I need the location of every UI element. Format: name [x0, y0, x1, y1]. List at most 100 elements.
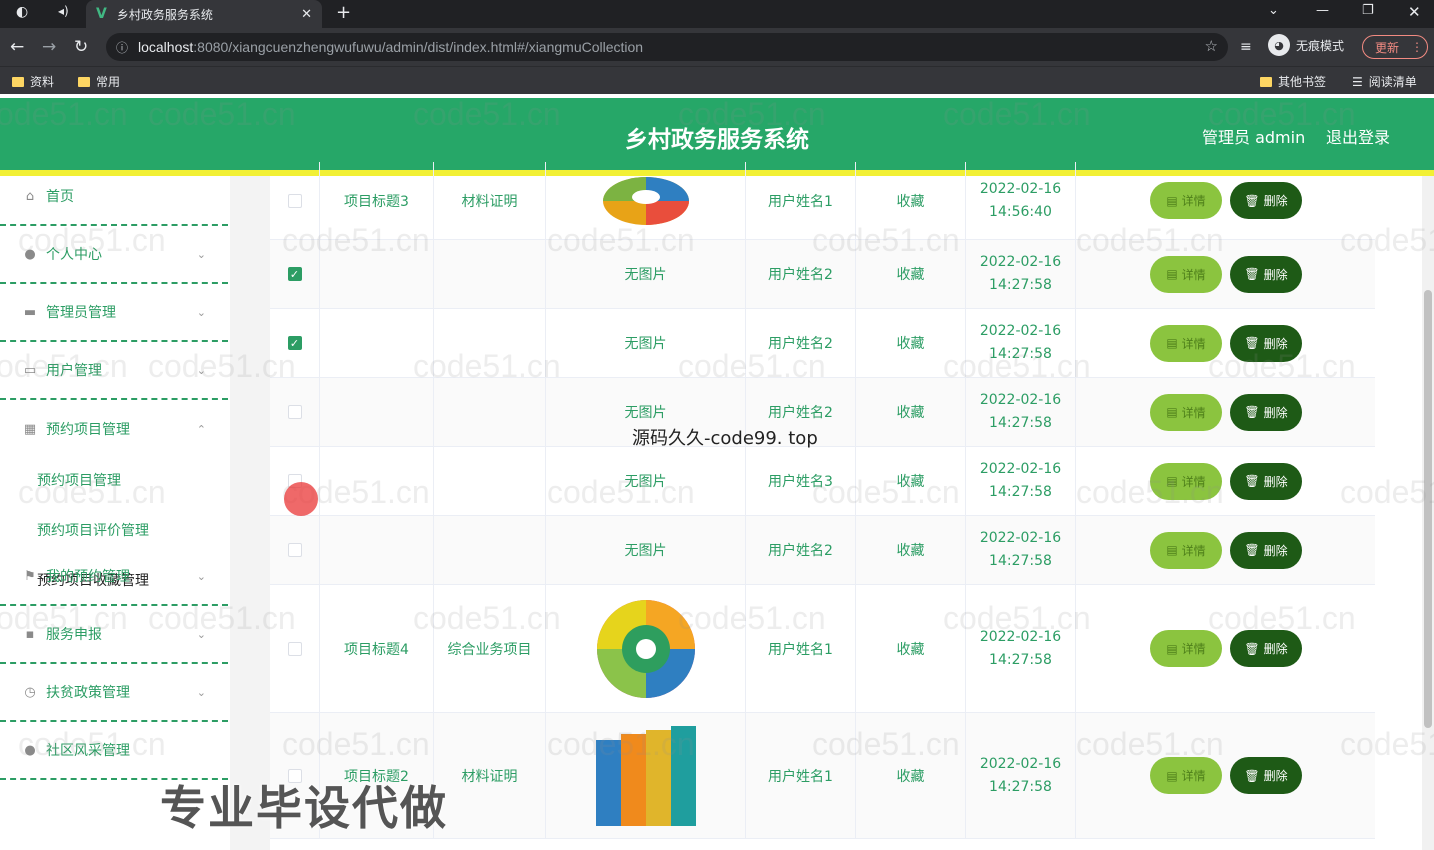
site-info-icon[interactable]: ⓘ: [116, 39, 128, 56]
detail-button[interactable]: ▤ 详情: [1150, 531, 1222, 569]
checkbox-cell[interactable]: ✓: [270, 240, 320, 308]
bookmark-folder[interactable]: 资料: [12, 73, 54, 90]
checkbox-cell[interactable]: [270, 585, 320, 712]
sidebar-item-projects[interactable]: ▦ 预约项目管理 ⌃: [0, 400, 228, 458]
type-cell: [434, 309, 546, 377]
detail-button[interactable]: ▤ 详情: [1150, 630, 1222, 667]
sidebar-item-home[interactable]: ⌂ 首页: [0, 168, 228, 226]
detail-button[interactable]: ▤ 详情: [1150, 757, 1222, 794]
sidebar-item-poverty-policy[interactable]: ◷ 扶贫政策管理 ⌄: [0, 664, 228, 722]
detail-button[interactable]: ▤ 详情: [1150, 182, 1222, 219]
detail-button[interactable]: ▤ 详情: [1150, 324, 1222, 362]
restore-icon[interactable]: ❐: [1362, 3, 1374, 18]
image-cell: 无图片: [546, 516, 746, 584]
checkbox-cell[interactable]: [270, 162, 320, 239]
detail-label: 详情: [1181, 543, 1206, 558]
image-cell: 无图片: [546, 309, 746, 377]
delete-button[interactable]: 🗑 删除: [1230, 630, 1302, 667]
sidebar-item-service-apply[interactable]: ▪ 服务申报 ⌄: [0, 606, 228, 664]
detail-button[interactable]: ▤ 详情: [1150, 255, 1222, 293]
kind-cell: 收藏: [856, 516, 966, 584]
home-icon: ⌂: [25, 188, 35, 204]
user-icon: ●: [24, 742, 36, 758]
more-menu-icon: ⋮: [1411, 40, 1424, 54]
type-cell: 材料证明: [434, 713, 546, 838]
delete-button[interactable]: 🗑 删除: [1230, 393, 1302, 431]
forward-icon[interactable]: →: [42, 37, 56, 57]
close-window-icon[interactable]: ✕: [1408, 3, 1421, 21]
folder-icon: [12, 76, 24, 87]
detail-label: 详情: [1181, 194, 1206, 208]
chevron-down-icon: ⌄: [196, 305, 206, 319]
delete-button[interactable]: 🗑 删除: [1230, 324, 1302, 362]
user-cell: 用户姓名1: [746, 585, 856, 712]
row-checkbox[interactable]: [287, 405, 302, 419]
detail-button[interactable]: ▤ 详情: [1150, 393, 1222, 431]
delete-label: 删除: [1263, 474, 1288, 489]
row-checkbox[interactable]: [287, 193, 302, 208]
mute-icon[interactable]: ◂): [58, 4, 69, 18]
title-cell: [320, 516, 434, 584]
sidebar-item-label: 首页: [46, 189, 74, 205]
bookmark-star-icon[interactable]: ☆: [1205, 37, 1218, 55]
chevron-down-icon: ⌄: [196, 247, 206, 261]
checkbox-cell[interactable]: [270, 378, 320, 446]
incognito-label: 无痕模式: [1296, 38, 1345, 53]
trash-icon: 🗑: [1244, 405, 1260, 419]
address-bar: ← → ↻ ⓘ localhost:8080/xiangcuenzhengwuf…: [0, 28, 1434, 66]
row-checkbox[interactable]: [287, 641, 302, 656]
checkbox-cell[interactable]: [270, 516, 320, 584]
back-icon[interactable]: ←: [10, 37, 24, 57]
briefcase-icon: ▬: [23, 304, 37, 320]
checkbox-cell[interactable]: ✓: [270, 309, 320, 377]
datetime-cell: 2022-02-16 14:27:58: [966, 713, 1076, 838]
delete-label: 删除: [1263, 405, 1288, 420]
title-cell: 项目标题4: [320, 585, 434, 712]
submenu-project-manage[interactable]: 预约项目管理: [37, 470, 121, 490]
scrollbar[interactable]: [1422, 176, 1434, 850]
tab-search-icon[interactable]: ⌄: [1268, 3, 1279, 18]
new-tab-button[interactable]: +: [336, 2, 351, 23]
row-checkbox[interactable]: [287, 543, 302, 557]
reload-icon[interactable]: ↻: [74, 37, 88, 57]
grid-icon: ▦: [23, 421, 37, 437]
sidebar-item-users[interactable]: ▭ 用户管理 ⌄: [0, 342, 228, 400]
sidebar-item-label: 扶贫政策管理: [46, 685, 130, 701]
document-icon: ▤: [1166, 405, 1178, 419]
delete-button[interactable]: 🗑 删除: [1230, 255, 1302, 293]
sidebar-item-admins[interactable]: ▬ 管理员管理 ⌄: [0, 284, 228, 342]
browser-icon[interactable]: ◐: [16, 4, 28, 20]
submenu-project-review[interactable]: 预约项目评价管理: [37, 520, 149, 540]
delete-button[interactable]: 🗑 删除: [1230, 462, 1302, 500]
kind-cell: 收藏: [856, 447, 966, 515]
logout-link[interactable]: 退出登录: [1326, 124, 1390, 148]
other-bookmarks[interactable]: 其他书签: [1260, 73, 1326, 90]
incognito-icon: ◕: [1268, 34, 1290, 56]
row-checkbox[interactable]: ✓: [287, 336, 302, 350]
update-button[interactable]: 更新 ⋮: [1362, 35, 1428, 59]
project-image: [595, 725, 696, 826]
incognito-indicator[interactable]: ◕ 无痕模式: [1268, 34, 1344, 56]
browser-tab-bar: ◐ ◂) V 乡村政务服务系统 ✕ + ⌄ — ❐ ✕: [0, 0, 1434, 28]
sidebar-item-profile[interactable]: ● 个人中心 ⌄: [0, 226, 228, 284]
browser-tab[interactable]: V 乡村政务服务系统 ✕: [86, 0, 322, 28]
delete-button[interactable]: 🗑 删除: [1230, 182, 1302, 219]
reading-mode-icon[interactable]: ≡: [1240, 39, 1252, 55]
minimize-icon[interactable]: —: [1316, 3, 1329, 18]
bookmarks-bar: 资料 常用 其他书签 ☰ 阅读清单: [0, 66, 1434, 94]
delete-button[interactable]: 🗑 删除: [1230, 531, 1302, 569]
image-cell: [546, 585, 746, 712]
delete-button[interactable]: 🗑 删除: [1230, 757, 1302, 794]
scrollbar-thumb[interactable]: [1424, 290, 1432, 728]
reading-list[interactable]: ☰ 阅读清单: [1352, 73, 1417, 90]
url-field[interactable]: ⓘ localhost:8080/xiangcuenzhengwufuwu/ad…: [106, 33, 1228, 61]
bookmark-folder[interactable]: 常用: [78, 73, 120, 90]
image-cell: [546, 713, 746, 838]
delete-label: 删除: [1263, 336, 1288, 351]
tab-close-icon[interactable]: ✕: [301, 7, 312, 22]
detail-label: 详情: [1181, 642, 1206, 656]
user-cell: 用户姓名3: [746, 447, 856, 515]
sidebar-item-my-bookings[interactable]: ⚑ 我的预约管理 ⌄: [0, 548, 228, 606]
row-checkbox[interactable]: ✓: [287, 267, 302, 281]
detail-button[interactable]: ▤ 详情: [1150, 462, 1222, 500]
